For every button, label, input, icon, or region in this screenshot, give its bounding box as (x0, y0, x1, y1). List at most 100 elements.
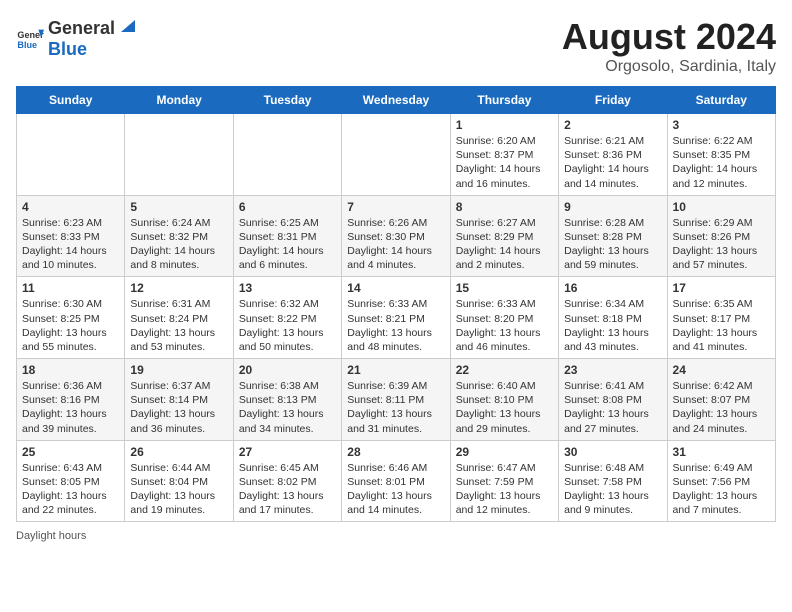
calendar-week-row: 25 Sunrise: 6:43 AMSunset: 8:05 PMDayligh… (17, 440, 776, 522)
day-info: Sunrise: 6:29 AMSunset: 8:26 PMDaylight:… (673, 216, 770, 273)
calendar-cell: 17 Sunrise: 6:35 AMSunset: 8:17 PMDayligh… (667, 277, 775, 359)
day-info: Sunrise: 6:44 AMSunset: 8:04 PMDaylight:… (130, 461, 227, 518)
day-info: Sunrise: 6:36 AMSunset: 8:16 PMDaylight:… (22, 379, 119, 436)
day-info: Sunrise: 6:41 AMSunset: 8:08 PMDaylight:… (564, 379, 661, 436)
day-info: Sunrise: 6:33 AMSunset: 8:21 PMDaylight:… (347, 297, 444, 354)
day-info: Sunrise: 6:47 AMSunset: 7:59 PMDaylight:… (456, 461, 553, 518)
subtitle: Orgosolo, Sardinia, Italy (562, 58, 776, 76)
day-info: Sunrise: 6:24 AMSunset: 8:32 PMDaylight:… (130, 216, 227, 273)
calendar-cell: 14 Sunrise: 6:33 AMSunset: 8:21 PMDayligh… (342, 277, 450, 359)
day-number: 24 (673, 363, 770, 377)
calendar-cell: 28 Sunrise: 6:46 AMSunset: 8:01 PMDayligh… (342, 440, 450, 522)
calendar-week-row: 11 Sunrise: 6:30 AMSunset: 8:25 PMDayligh… (17, 277, 776, 359)
day-number: 13 (239, 281, 336, 295)
calendar-cell: 1 Sunrise: 6:20 AMSunset: 8:37 PMDaylight… (450, 114, 558, 196)
calendar-cell: 31 Sunrise: 6:49 AMSunset: 7:56 PMDayligh… (667, 440, 775, 522)
calendar-cell: 19 Sunrise: 6:37 AMSunset: 8:14 PMDayligh… (125, 359, 233, 441)
calendar-table: SundayMondayTuesdayWednesdayThursdayFrid… (16, 86, 776, 522)
day-number: 7 (347, 200, 444, 214)
day-info: Sunrise: 6:28 AMSunset: 8:28 PMDaylight:… (564, 216, 661, 273)
day-info: Sunrise: 6:30 AMSunset: 8:25 PMDaylight:… (22, 297, 119, 354)
day-info: Sunrise: 6:49 AMSunset: 7:56 PMDaylight:… (673, 461, 770, 518)
day-number: 18 (22, 363, 119, 377)
day-number: 31 (673, 445, 770, 459)
day-info: Sunrise: 6:26 AMSunset: 8:30 PMDaylight:… (347, 216, 444, 273)
day-of-week-header: Monday (125, 87, 233, 114)
day-number: 21 (347, 363, 444, 377)
day-info: Sunrise: 6:25 AMSunset: 8:31 PMDaylight:… (239, 216, 336, 273)
day-number: 15 (456, 281, 553, 295)
day-info: Sunrise: 6:21 AMSunset: 8:36 PMDaylight:… (564, 134, 661, 191)
day-number: 11 (22, 281, 119, 295)
day-number: 22 (456, 363, 553, 377)
logo-icon: General Blue (16, 24, 44, 52)
day-of-week-header: Friday (559, 87, 667, 114)
day-info: Sunrise: 6:40 AMSunset: 8:10 PMDaylight:… (456, 379, 553, 436)
day-number: 5 (130, 200, 227, 214)
calendar-cell: 18 Sunrise: 6:36 AMSunset: 8:16 PMDayligh… (17, 359, 125, 441)
calendar-cell: 15 Sunrise: 6:33 AMSunset: 8:20 PMDayligh… (450, 277, 558, 359)
day-info: Sunrise: 6:34 AMSunset: 8:18 PMDaylight:… (564, 297, 661, 354)
day-info: Sunrise: 6:33 AMSunset: 8:20 PMDaylight:… (456, 297, 553, 354)
day-info: Sunrise: 6:35 AMSunset: 8:17 PMDaylight:… (673, 297, 770, 354)
day-number: 2 (564, 118, 661, 132)
page-header: General Blue General Blue August 2024 Or… (16, 16, 776, 76)
day-number: 4 (22, 200, 119, 214)
day-info: Sunrise: 6:38 AMSunset: 8:13 PMDaylight:… (239, 379, 336, 436)
day-number: 28 (347, 445, 444, 459)
calendar-cell: 20 Sunrise: 6:38 AMSunset: 8:13 PMDayligh… (233, 359, 341, 441)
day-number: 8 (456, 200, 553, 214)
calendar-cell: 8 Sunrise: 6:27 AMSunset: 8:29 PMDaylight… (450, 195, 558, 277)
day-info: Sunrise: 6:39 AMSunset: 8:11 PMDaylight:… (347, 379, 444, 436)
day-number: 29 (456, 445, 553, 459)
day-info: Sunrise: 6:31 AMSunset: 8:24 PMDaylight:… (130, 297, 227, 354)
calendar-cell: 25 Sunrise: 6:43 AMSunset: 8:05 PMDayligh… (17, 440, 125, 522)
footer-note: Daylight hours (16, 530, 776, 542)
calendar-header: SundayMondayTuesdayWednesdayThursdayFrid… (17, 87, 776, 114)
title-block: August 2024 Orgosolo, Sardinia, Italy (562, 16, 776, 76)
calendar-cell (233, 114, 341, 196)
calendar-cell: 22 Sunrise: 6:40 AMSunset: 8:10 PMDayligh… (450, 359, 558, 441)
calendar-cell (342, 114, 450, 196)
day-of-week-header: Sunday (17, 87, 125, 114)
day-number: 12 (130, 281, 227, 295)
calendar-week-row: 4 Sunrise: 6:23 AMSunset: 8:33 PMDaylight… (17, 195, 776, 277)
day-info: Sunrise: 6:43 AMSunset: 8:05 PMDaylight:… (22, 461, 119, 518)
calendar-body: 1 Sunrise: 6:20 AMSunset: 8:37 PMDaylight… (17, 114, 776, 522)
day-number: 25 (22, 445, 119, 459)
calendar-cell: 16Sunrise: 6:34 AMSunset: 8:18 PMDayligh… (559, 277, 667, 359)
day-info: Sunrise: 6:27 AMSunset: 8:29 PMDaylight:… (456, 216, 553, 273)
calendar-cell: 27 Sunrise: 6:45 AMSunset: 8:02 PMDayligh… (233, 440, 341, 522)
day-of-week-header: Saturday (667, 87, 775, 114)
day-number: 26 (130, 445, 227, 459)
day-info: Sunrise: 6:45 AMSunset: 8:02 PMDaylight:… (239, 461, 336, 518)
calendar-cell: 13 Sunrise: 6:32 AMSunset: 8:22 PMDayligh… (233, 277, 341, 359)
logo-blue-text: Blue (48, 39, 87, 59)
logo-triangle-icon (117, 16, 135, 34)
calendar-cell: 23Sunrise: 6:41 AMSunset: 8:08 PMDayligh… (559, 359, 667, 441)
day-number: 14 (347, 281, 444, 295)
calendar-cell: 12 Sunrise: 6:31 AMSunset: 8:24 PMDayligh… (125, 277, 233, 359)
day-info: Sunrise: 6:46 AMSunset: 8:01 PMDaylight:… (347, 461, 444, 518)
day-info: Sunrise: 6:37 AMSunset: 8:14 PMDaylight:… (130, 379, 227, 436)
day-info: Sunrise: 6:48 AMSunset: 7:58 PMDaylight:… (564, 461, 661, 518)
day-number: 30 (564, 445, 661, 459)
calendar-cell: 9 Sunrise: 6:28 AMSunset: 8:28 PMDaylight… (559, 195, 667, 277)
day-number: 6 (239, 200, 336, 214)
calendar-cell (17, 114, 125, 196)
day-number: 17 (673, 281, 770, 295)
calendar-cell: 26 Sunrise: 6:44 AMSunset: 8:04 PMDayligh… (125, 440, 233, 522)
day-number: 1 (456, 118, 553, 132)
day-info: Sunrise: 6:20 AMSunset: 8:37 PMDaylight:… (456, 134, 553, 191)
calendar-cell: 10Sunrise: 6:29 AMSunset: 8:26 PMDayligh… (667, 195, 775, 277)
day-number: 19 (130, 363, 227, 377)
day-info: Sunrise: 6:32 AMSunset: 8:22 PMDaylight:… (239, 297, 336, 354)
day-number: 20 (239, 363, 336, 377)
day-info: Sunrise: 6:23 AMSunset: 8:33 PMDaylight:… (22, 216, 119, 273)
day-number: 9 (564, 200, 661, 214)
svg-text:Blue: Blue (17, 40, 37, 50)
calendar-cell (125, 114, 233, 196)
day-number: 3 (673, 118, 770, 132)
day-number: 27 (239, 445, 336, 459)
logo: General Blue General Blue (16, 16, 135, 60)
